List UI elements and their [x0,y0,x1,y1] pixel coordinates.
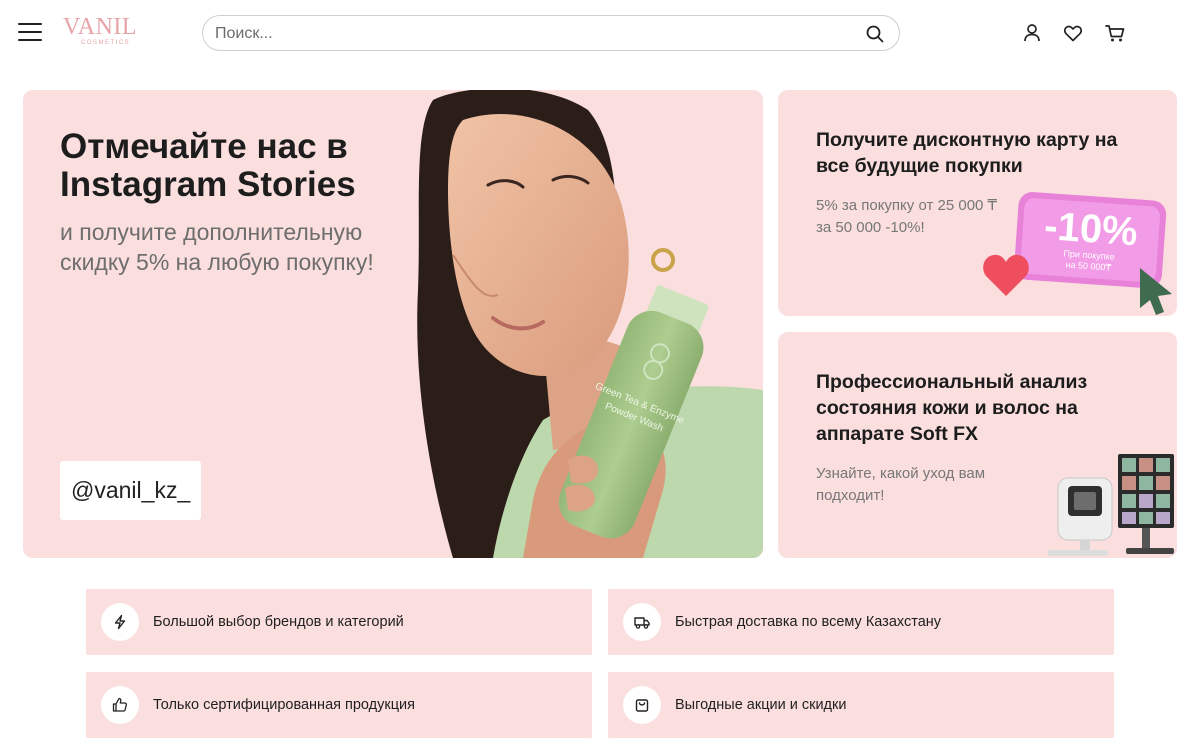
feature-label: Быстрая доставка по всему Казахстану [675,614,942,630]
logo-subtext: COSMETICS [81,40,131,46]
thumbs-up-icon [101,686,139,724]
instagram-handle[interactable]: @vanil_kz_ [60,461,202,520]
truck-icon [623,603,661,641]
discount-badge-value: -10% [1043,204,1139,254]
discount-card-banner[interactable]: Получите дисконтную карту на все будущие… [778,90,1177,316]
menu-icon[interactable] [18,23,42,42]
feature-certified: Только сертифицированная продукция [86,672,592,738]
skin-analysis-title: Профессиональный анализ состояния кожи и… [816,371,1088,445]
feature-label: Большой выбор брендов и категорий [153,614,404,630]
feature-label: Выгодные акции и скидки [675,697,847,713]
feature-promotions: Выгодные акции и скидки [608,672,1114,738]
soft-fx-device-graphic [1048,454,1174,556]
hero-subtitle: и получите дополнительную скидку 5% на л… [60,219,374,275]
feature-brands: Большой выбор брендов и категорий [86,589,592,655]
site-header: VANIL COSMETICS [0,0,1200,66]
lightning-icon [101,603,139,641]
heart-icon[interactable] [1062,22,1084,44]
user-icon[interactable] [1021,22,1043,44]
search-input[interactable] [215,23,845,45]
search-icon[interactable] [865,24,885,44]
feature-label: Только сертифицированная продукция [153,697,415,713]
shopping-bag-icon [623,686,661,724]
discount-badge-graphic: -10% При покупке на 50 000₸ [983,192,1172,315]
model-with-bottle-image: Green Tea & Enzyme Powder Wash [417,90,763,558]
hero-title: Отмечайте нас в Instagram Stories [60,127,356,204]
discount-card-title: Получите дисконтную карту на все будущие… [816,129,1118,177]
instagram-promo-banner[interactable]: Отмечайте нас в Instagram Stories и полу… [23,90,763,558]
feature-delivery: Быстрая доставка по всему Казахстану [608,589,1114,655]
logo-text: VANIL [63,14,138,40]
cart-icon[interactable] [1104,22,1126,44]
skin-analysis-banner[interactable]: Профессиональный анализ состояния кожи и… [778,332,1177,558]
skin-analysis-subtitle: Узнайте, какой уход вам подходит! [816,465,986,504]
logo[interactable]: VANIL COSMETICS [63,14,147,54]
search-bar [202,15,900,51]
